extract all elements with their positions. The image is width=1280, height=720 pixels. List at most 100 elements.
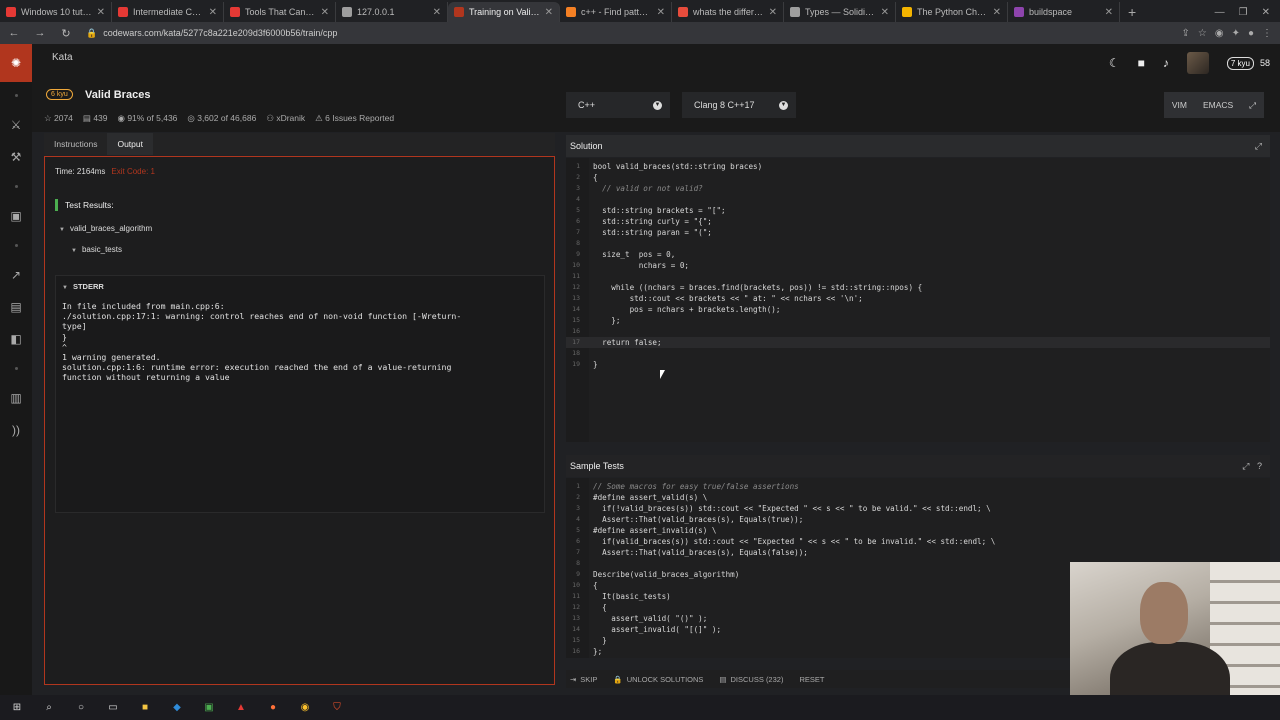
discuss-button[interactable]: ▤ DISCUSS (232) — [719, 675, 783, 684]
url-text: codewars.com/kata/5277c8a221e209d3f6000b… — [103, 28, 338, 38]
browser-tab[interactable]: 127.0.0.1 ✕ — [336, 2, 448, 22]
tab-title: buildspace — [1029, 7, 1073, 17]
vscode-icon[interactable]: ◆ — [170, 701, 184, 715]
unlock-solutions-button[interactable]: 🔒 UNLOCK SOLUTIONS — [613, 675, 703, 684]
line-number: 5 — [576, 206, 580, 214]
stderr-title: STDERR — [72, 282, 104, 291]
back-icon[interactable]: ← — [8, 27, 20, 39]
solution-editor[interactable]: 1 bool valid_braces(std::string braces) 2{… — [566, 158, 1270, 442]
test-subgroup[interactable]: ▼ basic_tests — [71, 245, 122, 254]
skip-button[interactable]: ⇥ SKIP — [570, 675, 597, 684]
browser-tab[interactable]: Types — Solidity 0.8 ✕ — [784, 2, 896, 22]
omnibox[interactable]: 🔒 codewars.com/kata/5277c8a221e209d3f600… — [86, 25, 1168, 41]
expand-icon[interactable]: ⤢ — [1255, 135, 1262, 157]
comments-stat[interactable]: ▤ 439 — [83, 113, 108, 124]
code-text: Describe(valid_braces_algorithm) — [593, 570, 740, 579]
issues-link[interactable]: ⚠ 6 Issues Reported — [315, 113, 394, 124]
share-icon[interactable]: ⇪ — [1181, 28, 1189, 39]
stderr-line: ^ — [62, 341, 67, 352]
close-tab-icon[interactable]: ✕ — [881, 7, 889, 18]
compiler-select[interactable]: Clang 8 C++17 ▼ — [682, 92, 796, 118]
forward-icon[interactable]: → — [34, 27, 46, 39]
divider-dot — [14, 185, 18, 188]
reset-button[interactable]: RESET — [799, 675, 824, 684]
code-line: 8 — [566, 238, 1270, 249]
bookmark-star-icon[interactable]: ☆ — [1198, 28, 1207, 39]
author-link[interactable]: ⚇ xDranik — [266, 113, 305, 124]
chat-icon[interactable]: ▤ — [0, 291, 32, 323]
new-tab-icon[interactable]: + — [1120, 2, 1144, 22]
close-tab-icon[interactable]: ✕ — [769, 7, 777, 18]
firefox-icon[interactable]: ● — [266, 701, 280, 715]
browser-tab[interactable]: whats the difference ✕ — [672, 2, 784, 22]
test-group[interactable]: ▼ valid_braces_algorithm — [59, 224, 152, 233]
codewars-logo-icon[interactable]: ✺ — [0, 44, 32, 82]
rss-icon[interactable]: )) — [0, 414, 32, 446]
profile-icon[interactable]: ● — [1248, 28, 1254, 39]
puzzle-icon[interactable]: ✦ — [1232, 28, 1240, 39]
brave-icon[interactable]: ⛉ — [330, 701, 344, 715]
practice-icon[interactable]: ⚔ — [0, 109, 32, 141]
book-icon[interactable]: ▥ — [0, 382, 32, 414]
kumite-icon[interactable]: ⚒ — [0, 141, 32, 173]
code-line: 18 — [566, 348, 1270, 359]
discourse-icon[interactable]: ◧ — [0, 323, 32, 355]
minimize-icon[interactable]: — — [1215, 7, 1225, 18]
stderr-header[interactable]: ▼ STDERR — [56, 276, 544, 297]
close-tab-icon[interactable]: ✕ — [97, 7, 105, 18]
browser-tab[interactable]: Training on Valid Bra ✕ — [448, 2, 560, 22]
stderr-box: ▼ STDERR In file included from main.cpp:6… — [55, 275, 545, 513]
fullscreen-icon[interactable]: ⤢ — [1241, 100, 1264, 111]
maximize-icon[interactable]: ❐ — [1239, 7, 1248, 18]
close-tab-icon[interactable]: ✕ — [657, 7, 665, 18]
close-tab-icon[interactable]: ✕ — [433, 7, 441, 18]
avatar[interactable] — [1186, 52, 1209, 74]
trend-icon[interactable]: ↗ — [0, 259, 32, 291]
reload-icon[interactable]: ↻ — [60, 27, 72, 40]
emacs-mode-button[interactable]: EMACS — [1195, 100, 1241, 110]
close-tab-icon[interactable]: ✕ — [993, 7, 1001, 18]
close-tab-icon[interactable]: ✕ — [321, 7, 329, 18]
expand-icon[interactable]: ⤢ — [1242, 461, 1249, 471]
browser-tab[interactable]: The Python Challeng ✕ — [896, 2, 1008, 22]
code-line: 10 nchars = 0; — [566, 260, 1270, 271]
browser-tab[interactable]: buildspace ✕ — [1008, 2, 1120, 22]
tab-instructions[interactable]: Instructions — [44, 133, 107, 155]
task-view-icon[interactable]: ▭ — [106, 701, 120, 715]
briefcase-icon[interactable]: ▣ — [0, 200, 32, 232]
file-explorer-icon[interactable]: ■ — [138, 701, 152, 715]
notification-bell-icon[interactable]: ♪ — [1163, 56, 1169, 70]
extension-icon[interactable]: ◉ — [1215, 28, 1224, 39]
terminal-icon[interactable]: ▣ — [202, 701, 216, 715]
line-number: 19 — [572, 360, 580, 368]
bookmark-icon[interactable]: ■ — [1138, 56, 1145, 70]
menu-icon[interactable]: ⋮ — [1262, 28, 1272, 39]
solution-title: Solution — [570, 141, 603, 151]
cortana-icon[interactable]: ○ — [74, 701, 88, 715]
close-icon[interactable]: ✕ — [1262, 7, 1270, 18]
close-tab-icon[interactable]: ✕ — [209, 7, 217, 18]
code-text: { — [593, 603, 607, 612]
browser-tab[interactable]: c++ - Find pattern in ✕ — [560, 2, 672, 22]
code-text: #define assert_valid(s) \ — [593, 493, 708, 502]
app-icon[interactable]: ▲ — [234, 701, 248, 715]
browser-tab[interactable]: Tools That Can GRO ✕ — [224, 2, 336, 22]
tab-favicon-icon — [6, 7, 16, 17]
browser-tab[interactable]: Intermediate C++ Ga ✕ — [112, 2, 224, 22]
windows-start-icon[interactable]: ⊞ — [10, 701, 24, 715]
close-tab-icon[interactable]: ✕ — [1105, 7, 1113, 18]
chrome-icon[interactable]: ◉ — [298, 701, 312, 715]
search-icon[interactable]: ⌕ — [42, 701, 56, 715]
code-line: 19} — [566, 359, 1270, 370]
tab-output[interactable]: Output — [107, 133, 153, 155]
dark-mode-icon[interactable]: ☾ — [1109, 56, 1120, 70]
line-number: 15 — [572, 316, 580, 324]
language-select[interactable]: C++ ▼ — [566, 92, 670, 118]
vim-mode-button[interactable]: VIM — [1164, 100, 1195, 110]
line-number: 9 — [576, 250, 580, 258]
browser-tab[interactable]: Windows 10 tutorial ✕ — [0, 2, 112, 22]
line-number: 10 — [572, 581, 580, 589]
help-icon[interactable]: ? — [1257, 461, 1262, 471]
stars-stat[interactable]: ☆ 2074 — [44, 113, 73, 124]
close-tab-icon[interactable]: ✕ — [545, 7, 553, 18]
